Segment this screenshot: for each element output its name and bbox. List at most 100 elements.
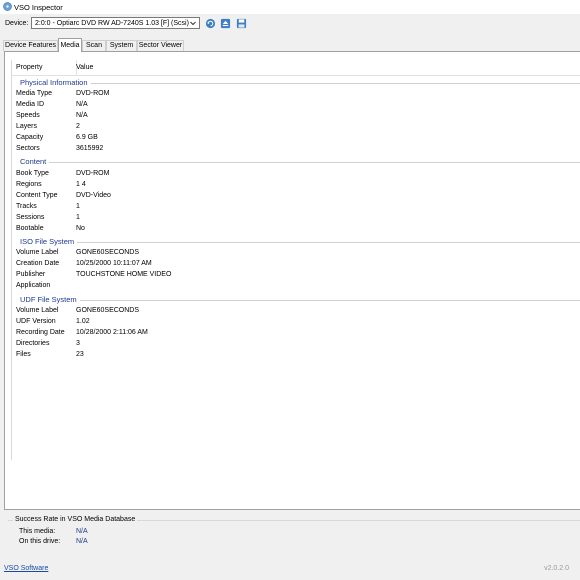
table-row[interactable]: Directories 3 [12,340,580,351]
group-divider [20,242,580,243]
property-value: 3615992 [76,145,104,152]
table-row[interactable]: Files 23 [12,351,580,362]
app-disc-icon [3,2,12,11]
vso-software-link[interactable]: VSO Software [4,565,48,572]
table-row[interactable]: Sectors 3615992 [12,145,580,156]
property-value: 3 [76,340,80,347]
status-footer: VSO Software v2.0.2.0 [0,560,580,580]
group-title: ISO File System [20,237,78,246]
table-row[interactable]: Recording Date 10/28/2000 2:11:06 AM [12,329,580,340]
tab-bar: Device Features Media Scan System Sector… [0,38,580,52]
property-name: Bootable [16,225,44,232]
title-bar: VSO Inspector [0,0,580,14]
media-panel: Property Value Physical Information Medi… [4,51,580,510]
group-iso-file-system: ISO File System [12,237,580,247]
property-name: Regions [16,181,42,188]
property-value: N/A [76,101,88,108]
property-name: Speeds [16,112,40,119]
table-row[interactable]: Regions 1 4 [12,181,580,192]
table-row[interactable]: Layers 2 [12,123,580,134]
device-select[interactable]: 2:0:0 - Optiarc DVD RW AD-7240S 1.03 [F]… [31,17,200,29]
this-drive-value: N/A [76,538,88,545]
save-icon[interactable] [236,18,247,29]
this-media-value: N/A [76,528,88,535]
success-rate-title: Success Rate in VSO Media Database [13,516,138,523]
device-toolbar: Device: 2:0:0 - Optiarc DVD RW AD-7240S … [0,15,580,37]
table-row[interactable]: Capacity 6.9 GB [12,134,580,145]
table-row[interactable]: Content Type DVD-Video [12,192,580,203]
property-value: DVD-ROM [76,90,110,97]
refresh-icon[interactable] [205,18,216,29]
table-row[interactable]: Creation Date 10/25/2000 10:11:07 AM [12,260,580,271]
property-value: TOUCHSTONE HOME VIDEO [76,271,172,278]
table-row[interactable]: Volume Label GONE60SECONDS [12,249,580,260]
device-label: Device: [5,20,29,27]
tab-sector-viewer[interactable]: Sector Viewer [137,40,184,51]
table-row[interactable]: Book Type DVD-ROM [12,170,580,181]
version-label: v2.0.2.0 [544,565,569,572]
table-row[interactable]: Volume Label GONE60SECONDS [12,307,580,318]
group-title: Physical Information [20,78,91,87]
property-value: GONE60SECONDS [76,307,140,314]
property-value: No [76,225,85,232]
group-title: Content [20,157,50,166]
table-row[interactable]: Application [12,282,580,293]
table-row[interactable]: Bootable No [12,225,580,236]
property-value: N/A [76,112,88,119]
property-name: Sectors [16,145,40,152]
property-name: Book Type [16,170,49,177]
property-value: 10/25/2000 10:11:07 AM [76,260,152,267]
table-row[interactable]: Media ID N/A [12,101,580,112]
tab-device-features[interactable]: Device Features [3,40,58,51]
table-row[interactable]: Speeds N/A [12,112,580,123]
property-name: Publisher [16,271,46,278]
property-name: Volume Label [16,307,59,314]
property-name: Files [16,351,31,358]
property-name: Recording Date [16,329,65,336]
table-row[interactable]: Sessions 1 [12,214,580,225]
tab-media[interactable]: Media [58,38,82,52]
property-name: Directories [16,340,50,347]
table-row[interactable]: Publisher TOUCHSTONE HOME VIDEO [12,271,580,282]
eject-icon[interactable] [220,18,231,29]
property-name: Media Type [16,90,53,97]
property-name: Layers [16,123,38,130]
property-value: 1.02 [76,318,90,325]
group-physical-information: Physical Information [12,78,580,88]
chevron-down-icon [190,21,196,26]
table-row[interactable]: UDF Version 1.02 [12,318,580,329]
list-header: Property Value [12,60,580,76]
property-value: 1 [76,214,80,221]
property-name: UDF Version [16,318,56,325]
property-value: GONE60SECONDS [76,249,140,256]
group-divider [20,300,580,301]
property-name: Tracks [16,203,37,210]
group-divider [20,162,580,163]
this-media-label: This media: [19,528,56,535]
group-udf-file-system: UDF File System [12,295,580,305]
property-value: 23 [76,351,84,358]
property-value: 1 [76,203,80,210]
property-value: DVD-ROM [76,170,110,177]
property-value: 6.9 GB [76,134,98,141]
tab-system[interactable]: System [106,40,137,51]
property-name: Capacity [16,134,44,141]
property-name: Volume Label [16,249,59,256]
property-name: Creation Date [16,260,60,267]
property-name: Application [16,282,51,289]
group-content: Content [12,157,580,167]
property-name: Content Type [16,192,58,199]
success-rate-group: Success Rate in VSO Media Database This … [8,516,580,550]
group-divider [20,83,580,84]
media-properties-list[interactable]: Property Value Physical Information Medi… [11,60,580,460]
tab-scan[interactable]: Scan [82,40,106,51]
table-row[interactable]: Tracks 1 [12,203,580,214]
property-value: 1 4 [76,181,86,188]
window-title: VSO Inspector [14,3,63,12]
column-header-value[interactable]: Value [76,64,93,71]
column-header-property[interactable]: Property [16,64,42,71]
this-drive-label: On this drive: [19,538,61,545]
property-value: 2 [76,123,80,130]
property-value: DVD-Video [76,192,111,199]
table-row[interactable]: Media Type DVD-ROM [12,90,580,101]
